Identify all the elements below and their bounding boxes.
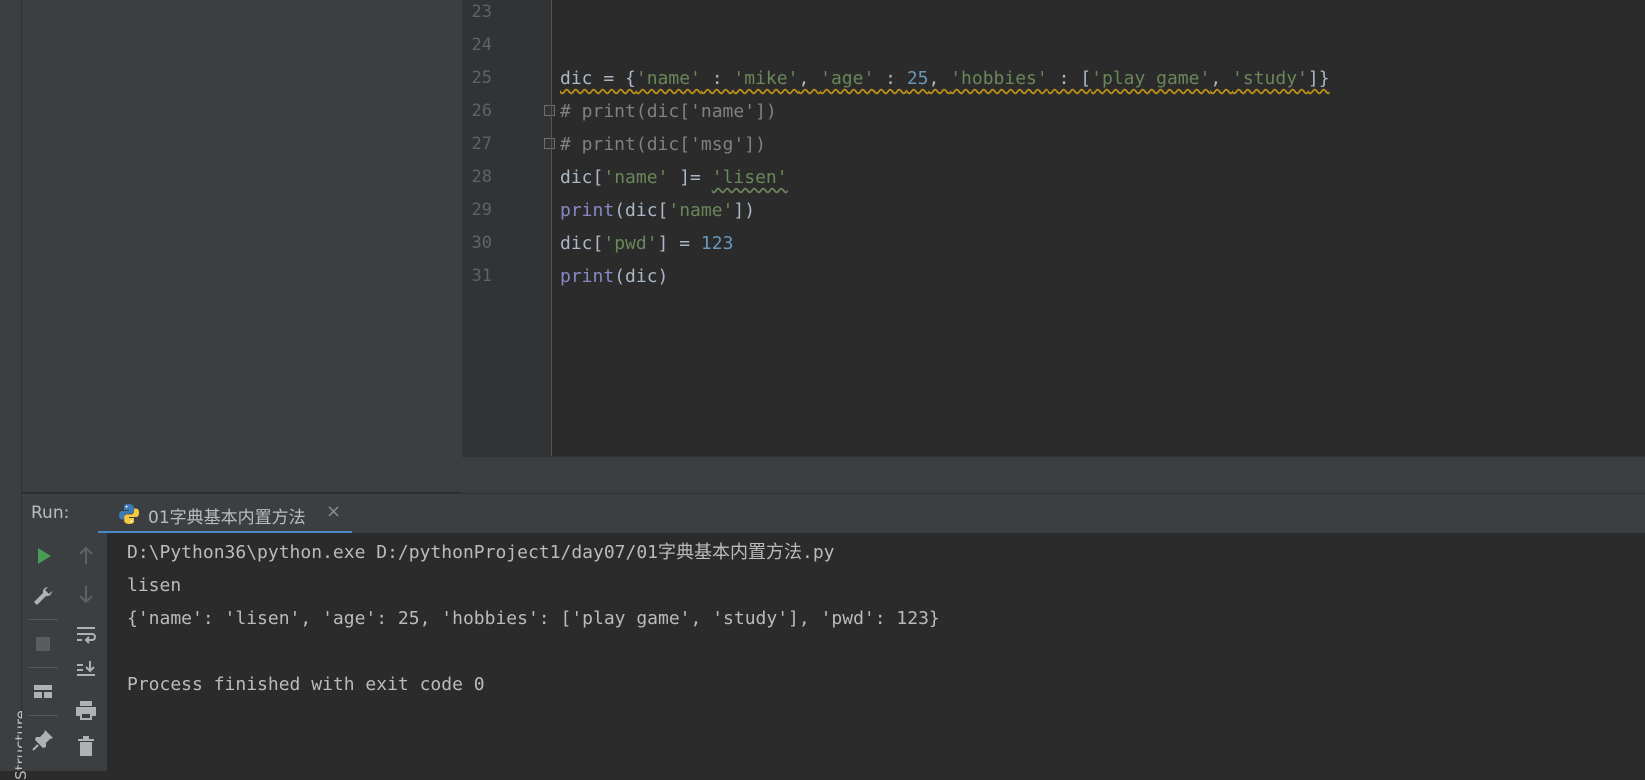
line-number: 26	[471, 101, 492, 121]
arrow-up-icon[interactable]	[73, 543, 99, 569]
code-token: ])	[733, 200, 756, 221]
console-line: D:\Python36\python.exe D:/pythonProject1…	[127, 542, 835, 563]
pin-icon[interactable]	[30, 727, 56, 753]
run-panel-header: Run: 01字典基本内置方法 ×	[22, 493, 1645, 534]
code-editor[interactable]: 23 24 25 26 27 28 29 30 31 dic = {'name'…	[462, 0, 1645, 456]
code-token: print	[560, 266, 615, 287]
code-line-25: dic = {'name' : 'mike', 'age' : 25, 'hob…	[560, 62, 1330, 95]
code-token: 'pwd'	[603, 233, 658, 254]
console-line: {'name': 'lisen', 'age': 25, 'hobbies': …	[127, 608, 940, 629]
code-token: 'name'	[603, 167, 680, 188]
arrow-down-icon[interactable]	[73, 581, 99, 607]
code-token: ] =	[657, 233, 701, 254]
fold-start-icon[interactable]	[544, 105, 555, 116]
code-token: dic[	[560, 233, 604, 254]
line-number: 31	[471, 266, 492, 286]
left-tool-stripe: Structure	[0, 0, 30, 780]
code-token: ,	[798, 68, 821, 89]
scroll-to-end-icon[interactable]	[73, 657, 99, 683]
code-token: 'lisen'	[711, 167, 788, 188]
code-token: dic = {	[560, 68, 636, 89]
code-token: 'play game'	[1091, 68, 1211, 89]
run-tab[interactable]: 01字典基本内置方法 ×	[98, 494, 352, 534]
line-number: 24	[471, 35, 492, 55]
code-token: :	[700, 68, 734, 89]
code-line-28: dic['name' ]= 'lisen'	[560, 161, 788, 194]
code-token: 123	[700, 233, 734, 254]
python-icon	[119, 504, 139, 524]
code-line-27: # print(dic['msg'])	[560, 134, 766, 155]
code-line-30: dic['pwd'] = 123	[560, 227, 733, 260]
code-token: (dic[	[614, 200, 669, 221]
line-number: 28	[471, 167, 492, 187]
code-token: 'mike'	[733, 68, 799, 89]
code-token: 'hobbies'	[950, 68, 1048, 89]
console-line: lisen	[127, 575, 182, 596]
code-token: 25	[906, 68, 929, 89]
code-token: ]=	[679, 167, 712, 188]
line-number: 27	[471, 134, 492, 154]
line-number-gutter: 23 24 25 26 27 28 29 30 31	[462, 0, 555, 456]
console-output[interactable]: D:\Python36\python.exe D:/pythonProject1…	[108, 533, 1645, 771]
code-token: ,	[1210, 68, 1233, 89]
code-token: dic[	[560, 167, 604, 188]
code-token: 'name'	[635, 68, 701, 89]
code-token: : [	[1047, 68, 1092, 89]
code-token: print	[560, 200, 615, 221]
toolbar-separator	[28, 667, 58, 668]
console-line: Process finished with exit code 0	[127, 674, 485, 695]
trash-icon[interactable]	[73, 733, 99, 759]
code-token: ]}	[1307, 68, 1330, 89]
code-line-26: # print(dic['name'])	[560, 101, 777, 122]
close-icon[interactable]: ×	[326, 501, 341, 522]
fold-end-icon[interactable]	[544, 138, 555, 149]
line-number: 29	[471, 200, 492, 220]
soft-wrap-icon[interactable]	[73, 621, 99, 647]
toolbar-separator	[28, 715, 58, 716]
print-icon[interactable]	[73, 697, 99, 723]
run-toolbar-primary	[22, 533, 66, 771]
project-panel	[22, 0, 462, 492]
run-label: Run:	[31, 503, 70, 523]
code-token: 'age'	[820, 68, 875, 89]
run-toolbar-secondary	[65, 533, 108, 771]
code-line-31: print(dic)	[560, 260, 668, 293]
layout-icon[interactable]	[30, 679, 56, 705]
toolbar-separator	[28, 619, 58, 620]
stop-icon[interactable]	[30, 631, 56, 657]
rerun-play-icon[interactable]	[30, 543, 56, 569]
line-number: 30	[471, 233, 492, 253]
code-token: 'name'	[668, 200, 734, 221]
code-line-29: print(dic['name'])	[560, 194, 755, 227]
code-token: ,	[928, 68, 951, 89]
code-token: 'study'	[1232, 68, 1308, 89]
line-number: 23	[471, 2, 492, 22]
code-token: (dic)	[614, 266, 669, 287]
editor-bottom-bar	[462, 456, 1645, 493]
line-number: 25	[471, 68, 492, 88]
gutter-divider	[551, 0, 552, 456]
run-tab-title: 01字典基本内置方法	[148, 508, 306, 528]
wrench-icon[interactable]	[30, 583, 56, 609]
code-token: :	[874, 68, 907, 89]
